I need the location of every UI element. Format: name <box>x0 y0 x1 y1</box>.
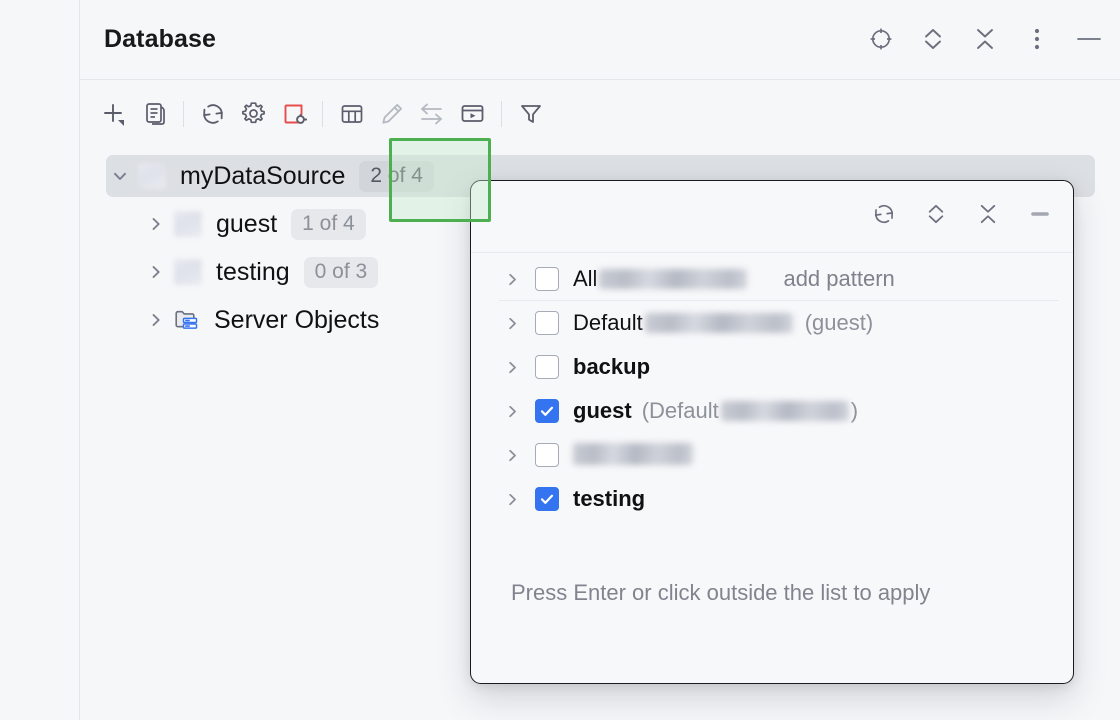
redacted-text <box>573 443 693 465</box>
data-source-properties-icon[interactable] <box>233 94 273 134</box>
more-options-icon[interactable] <box>1020 22 1054 56</box>
popup-row-testing[interactable]: testing <box>471 477 1073 521</box>
checkbox-default[interactable] <box>535 311 559 335</box>
redacted-text <box>645 313 793 333</box>
chevron-right-icon[interactable] <box>499 442 525 468</box>
new-icon[interactable] <box>94 94 134 134</box>
database-selection-popup: All add pattern Default (guest) <box>470 180 1074 684</box>
chevron-right-icon[interactable] <box>499 354 525 380</box>
chevron-right-icon[interactable] <box>142 258 170 286</box>
schema-icon-blurred <box>174 211 202 237</box>
database-toolbar <box>80 81 1120 146</box>
popup-row-label: All <box>573 266 597 292</box>
disconnect-icon[interactable] <box>273 94 313 134</box>
tree-item-label: myDataSource <box>180 162 345 191</box>
chevron-right-icon[interactable] <box>499 266 525 292</box>
hide-icon[interactable] <box>1072 22 1106 56</box>
add-pattern-link[interactable]: add pattern <box>783 266 894 292</box>
database-tool-window: Database <box>0 0 1120 720</box>
redacted-text <box>721 401 849 421</box>
page-title: Database <box>104 25 216 54</box>
chevron-right-icon[interactable] <box>499 486 525 512</box>
popup-row-label: backup <box>573 354 650 380</box>
schema-icon-blurred <box>174 259 202 285</box>
hide-icon[interactable] <box>1023 197 1057 231</box>
expand-all-icon[interactable] <box>916 22 950 56</box>
chevron-right-icon[interactable] <box>142 306 170 334</box>
server-objects-folder-icon <box>174 307 200 333</box>
checkbox-backup[interactable] <box>535 355 559 379</box>
chevron-right-icon[interactable] <box>499 310 525 336</box>
popup-row-default[interactable]: Default (guest) <box>471 301 1073 345</box>
popup-row-label: testing <box>573 486 645 512</box>
expand-all-icon[interactable] <box>919 197 953 231</box>
popup-row-all[interactable]: All add pattern <box>471 257 1073 301</box>
tree-item-label: guest <box>216 210 277 239</box>
modify-icon[interactable] <box>372 94 412 134</box>
toolbar-separator-2 <box>322 101 323 127</box>
panel-header: Database <box>80 0 1120 80</box>
tree-item-label: Server Objects <box>214 306 379 335</box>
tree-item-badge: 0 of 3 <box>304 257 379 288</box>
checkbox-testing[interactable] <box>535 487 559 511</box>
tree-item-badge: 1 of 4 <box>291 209 366 240</box>
collapse-all-icon[interactable] <box>971 197 1005 231</box>
table-editor-icon[interactable] <box>332 94 372 134</box>
scroll-from-source-icon[interactable] <box>864 22 898 56</box>
database-icon-blurred <box>138 163 166 189</box>
checkbox-all[interactable] <box>535 267 559 291</box>
filter-icon[interactable] <box>511 94 551 134</box>
popup-row-redacted[interactable] <box>471 433 1073 477</box>
tree-item-badge: 2 of 4 <box>359 161 434 192</box>
redacted-text <box>599 269 747 289</box>
chevron-right-icon[interactable] <box>499 398 525 424</box>
chevron-down-icon[interactable] <box>106 162 134 190</box>
tree-item-label: testing <box>216 258 290 287</box>
chevron-right-icon[interactable] <box>142 210 170 238</box>
database-list: All add pattern Default (guest) <box>471 253 1073 521</box>
popup-row-label: guest <box>573 398 632 424</box>
popup-header <box>471 181 1073 253</box>
popup-row-guest[interactable]: guest (Default) <box>471 389 1073 433</box>
checkbox-redacted[interactable] <box>535 443 559 467</box>
query-console-icon[interactable] <box>452 94 492 134</box>
popup-row-label <box>573 442 693 468</box>
popup-row-backup[interactable]: backup <box>471 345 1073 389</box>
refresh-icon[interactable] <box>867 197 901 231</box>
left-gutter <box>0 0 79 720</box>
jump-to-icon[interactable] <box>412 94 452 134</box>
refresh-icon[interactable] <box>193 94 233 134</box>
popup-row-suffix: (guest) <box>805 310 873 336</box>
popup-row-label: Default <box>573 310 643 336</box>
popup-row-suffix: (Default) <box>642 398 858 424</box>
checkbox-guest[interactable] <box>535 399 559 423</box>
collapse-all-icon[interactable] <box>968 22 1002 56</box>
header-actions <box>864 22 1106 56</box>
duplicate-icon[interactable] <box>134 94 174 134</box>
popup-actions <box>867 197 1057 231</box>
toolbar-separator-1 <box>183 101 184 127</box>
popup-hint-text: Press Enter or click outside the list to… <box>511 577 1011 608</box>
toolbar-separator-3 <box>501 101 502 127</box>
